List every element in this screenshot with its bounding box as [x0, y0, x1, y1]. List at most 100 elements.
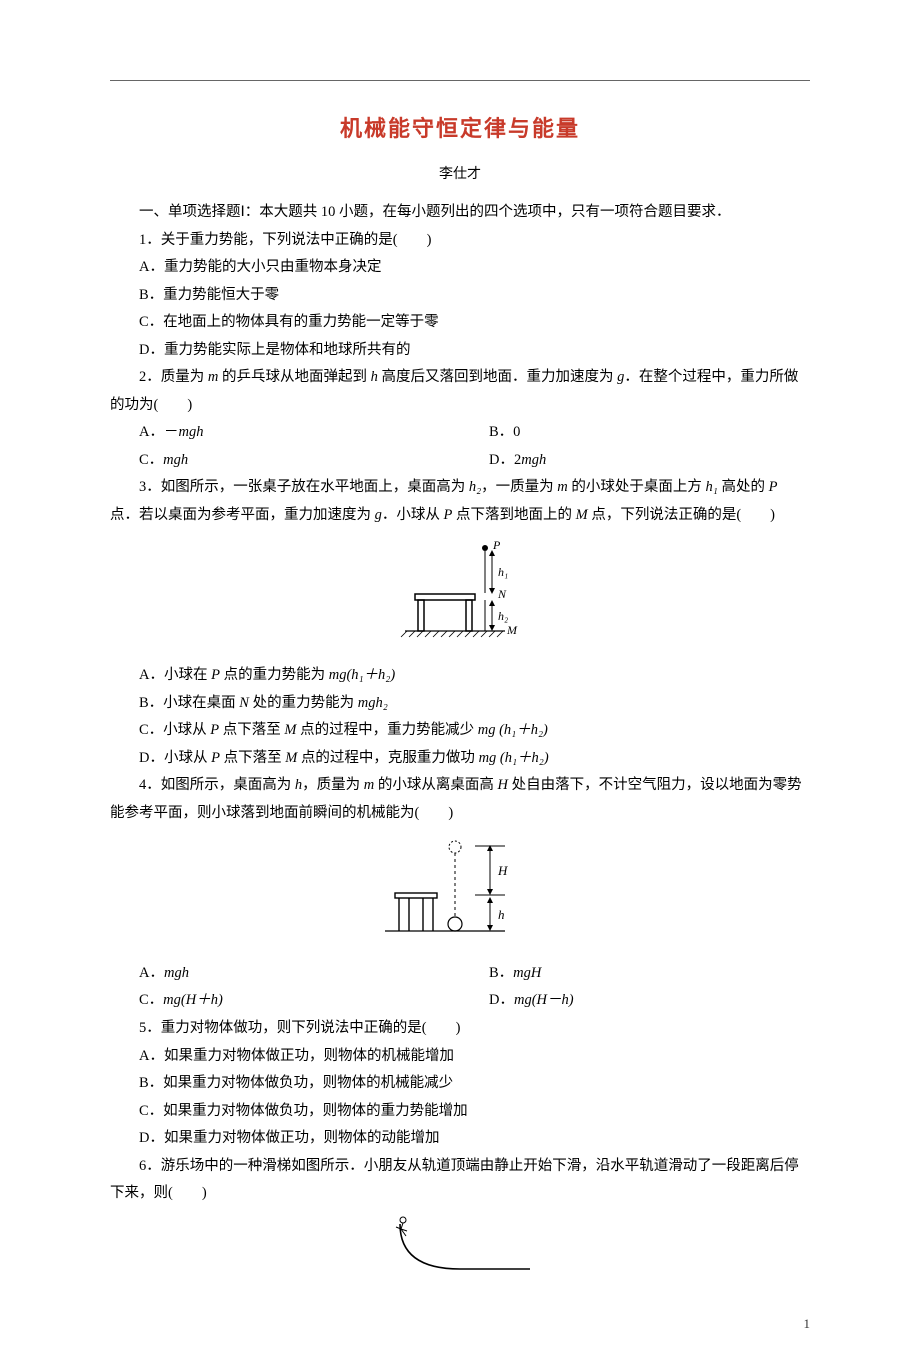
q3-optC: C．小球从 P 点下落至 M 点的过程中，重力势能减少 mg (h₁＋h₂) [110, 717, 810, 745]
q2-C-mgh: mgh [163, 452, 188, 468]
q4-c: 的小球从离桌面高 [374, 777, 497, 793]
q3B-N: N [239, 695, 249, 711]
q3B-expr: mgh₂ [358, 695, 388, 711]
q3C-P: P [210, 722, 219, 738]
q4-b: ，质量为 [302, 777, 364, 793]
q3-stem-g: 点下落到地面上的 [452, 507, 575, 523]
q3-stem-h: 点，下列说法正确的是( ) [588, 507, 775, 523]
q6-figure [110, 1214, 810, 1295]
page-title: 机械能守恒定律与能量 [110, 111, 810, 143]
q4A-expr: mgh [164, 965, 189, 981]
q3-optA: A．小球在 P 点的重力势能为 mg(h₁＋h₂) [110, 662, 810, 690]
q4-optC: C．mg(H＋h) [110, 987, 460, 1015]
q3C-M: M [284, 722, 296, 738]
q3C-c: 点的过程中，重力势能减少 [297, 722, 478, 738]
q2-optB: B．0 [460, 419, 810, 447]
q3-stem-c: 的小球处于桌面上方 [568, 479, 706, 495]
q3A-P: P [211, 667, 220, 683]
q2-row1: A．－mgh B．0 [110, 419, 810, 447]
sym-h: h [371, 369, 378, 385]
q2-C-pre: C． [139, 452, 163, 468]
q4-optB: B．mgH [460, 960, 810, 988]
q3-optB: B．小球在桌面 N 处的重力势能为 mgh₂ [110, 690, 810, 718]
q4B-expr: mgH [513, 965, 541, 981]
q3A-a: A．小球在 [139, 667, 211, 683]
q4-svg: H h [375, 833, 545, 943]
q4D-expr: mg(H－h) [514, 992, 574, 1008]
q6-svg [370, 1214, 550, 1284]
q3C-a: C．小球从 [139, 722, 210, 738]
q3A-expr: mg(h₁＋h₂) [329, 667, 395, 683]
q3D-P: P [211, 750, 220, 766]
q2-row2: C．mgh D．2mgh [110, 447, 810, 475]
q3A-b: 点的重力势能为 [220, 667, 329, 683]
sym-m: m [208, 369, 218, 385]
q1-stem: 1．关于重力势能，下列说法中正确的是( ) [110, 227, 810, 255]
page-number: 1 [804, 1316, 811, 1332]
author: 李仕才 [110, 163, 810, 183]
q3C-expr: mg (h₁＋h₂) [478, 722, 548, 738]
q3-svg: P h₁ N h₂ M [385, 536, 535, 646]
q2-stem: 2．质量为 m 的乒乓球从地面弹起到 h 高度后又落回到地面．重力加速度为 g．… [110, 364, 810, 419]
page: 机械能守恒定律与能量 李仕才 一、单项选择题Ⅰ：本大题共 10 小题，在每小题列… [0, 0, 920, 1360]
sym-h1: h₁ [706, 479, 718, 495]
q3-stem: 3．如图所示，一张桌子放在水平地面上，桌面高为 h₂，一质量为 m 的小球处于桌… [110, 474, 810, 529]
q5-optB: B．如果重力对物体做负功，则物体的机械能减少 [110, 1070, 810, 1098]
q3-optD: D．小球从 P 点下落至 M 点的过程中，克服重力做功 mg (h₁＋h₂) [110, 745, 810, 773]
fig3-P: P [492, 538, 501, 552]
q2-stem-c: 高度后又落回到地面．重力加速度为 [378, 369, 617, 385]
q4-m: m [364, 777, 374, 793]
q3B-a: B．小球在桌面 [139, 695, 239, 711]
q1-optA: A．重力势能的大小只由重物本身决定 [110, 254, 810, 282]
q2-A-mgh: mgh [178, 424, 203, 440]
fig3-h2: h₂ [498, 609, 508, 623]
q3D-b: 点下落至 [220, 750, 285, 766]
document-body: 一、单项选择题Ⅰ：本大题共 10 小题，在每小题列出的四个选项中，只有一项符合题… [110, 199, 810, 1294]
q1-optD: D．重力势能实际上是物体和地球所共有的 [110, 337, 810, 365]
q3D-expr: mg (h₁＋h₂) [479, 750, 549, 766]
q3D-M: M [285, 750, 297, 766]
q4-optD: D．mg(H－h) [460, 987, 810, 1015]
q3-figure: P h₁ N h₂ M [110, 536, 810, 657]
q2-stem-b: 的乒乓球从地面弹起到 [218, 369, 370, 385]
q3-stem-e: 点．若以桌面为参考平面，重力加速度为 [110, 507, 375, 523]
fig3-M: M [506, 623, 518, 637]
section-intro: 一、单项选择题Ⅰ：本大题共 10 小题，在每小题列出的四个选项中，只有一项符合题… [110, 199, 810, 227]
fig3-N: N [497, 587, 507, 601]
q5-stem: 5．重力对物体做功，则下列说法中正确的是( ) [110, 1015, 810, 1043]
q4-stem: 4．如图所示，桌面高为 h，质量为 m 的小球从离桌面高 H 处自由落下，不计空… [110, 772, 810, 827]
sym-M: M [576, 507, 588, 523]
sym-h2: h₂ [469, 479, 481, 495]
q2-optD: D．2mgh [460, 447, 810, 475]
q3-stem-a: 3．如图所示，一张桌子放在水平地面上，桌面高为 [139, 479, 469, 495]
q3D-a: D．小球从 [139, 750, 211, 766]
sym-P: P [769, 479, 778, 495]
q5-optA: A．如果重力对物体做正功，则物体的机械能增加 [110, 1043, 810, 1071]
q4-a: 4．如图所示，桌面高为 [139, 777, 295, 793]
sym-m-2: m [557, 479, 567, 495]
q4C-expr: mg(H＋h) [163, 992, 223, 1008]
q1-optC: C．在地面上的物体具有的重力势能一定等于零 [110, 309, 810, 337]
q2-D-mgh: mgh [521, 452, 546, 468]
q3D-c: 点的过程中，克服重力做功 [297, 750, 478, 766]
q4A-pre: A． [139, 965, 164, 981]
q2-stem-a: 2．质量为 [139, 369, 208, 385]
fig4-h: h [498, 907, 505, 922]
q4-optA: A．mgh [110, 960, 460, 988]
q4-figure: H h [110, 833, 810, 954]
q3-stem-b: ，一质量为 [481, 479, 557, 495]
sym-g-2: g [375, 507, 382, 523]
q4-H: H [497, 777, 507, 793]
q4C-pre: C． [139, 992, 163, 1008]
q4-row1: A．mgh B．mgH [110, 960, 810, 988]
fig3-h1: h₁ [498, 565, 508, 579]
q6-stem: 6．游乐场中的一种滑梯如图所示．小朋友从轨道顶端由静止开始下滑，沿水平轨道滑动了… [110, 1153, 810, 1208]
q1-optB: B．重力势能恒大于零 [110, 282, 810, 310]
q2-A-pre: A．－ [139, 424, 178, 440]
q3-stem-d: 高处的 [718, 479, 769, 495]
fig4-H: H [497, 863, 508, 878]
q4-row2: C．mg(H＋h) D．mg(H－h) [110, 987, 810, 1015]
q3B-b: 处的重力势能为 [249, 695, 358, 711]
q2-optA: A．－mgh [110, 419, 460, 447]
q3-stem-f: ．小球从 [382, 507, 444, 523]
